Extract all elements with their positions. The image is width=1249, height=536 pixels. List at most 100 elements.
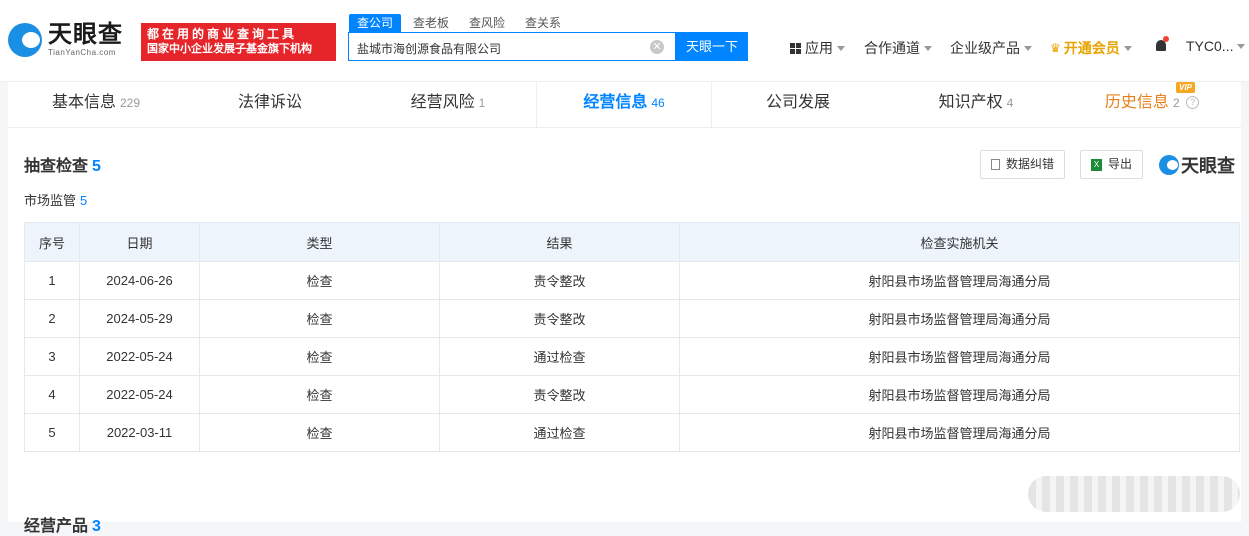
nav-apps[interactable]: 应用 [790, 38, 845, 58]
excel-icon: X [1091, 158, 1102, 171]
section-title: 抽查检查 5 [24, 152, 101, 176]
cell-date: 2022-05-24 [79, 375, 200, 414]
table-row: 1 2024-06-26 检查 责令整改 射阳县市场监督管理局海通分局 [24, 261, 1240, 300]
tab-legal[interactable]: 法律诉讼 [184, 82, 360, 127]
search-tab-relation[interactable]: 查关系 [517, 14, 569, 32]
nav-enterprise[interactable]: 企业级产品 [950, 38, 1032, 58]
user-menu[interactable]: TYC0... [1186, 38, 1246, 54]
search-type-tabs: 查公司 查老板 查风险 查关系 [349, 14, 573, 32]
tab-label: 基本信息 [51, 94, 116, 111]
tab-label: 经营信息 [583, 94, 648, 111]
tab-count: 229 [119, 96, 141, 110]
cell-authority: 射阳县市场监督管理局海通分局 [679, 299, 1240, 338]
col-header-index: 序号 [24, 222, 80, 262]
export-button[interactable]: X 导出 [1080, 150, 1144, 179]
cell-date: 2024-06-26 [79, 261, 200, 300]
cell-result: 通过检查 [439, 413, 680, 452]
sub-section-title: 市场监管 5 [24, 190, 87, 209]
tab-ip[interactable]: 知识产权 4 [888, 82, 1064, 127]
cell-authority: 射阳县市场监督管理局海通分局 [679, 261, 1240, 300]
ad-line-1: 都在用的商业查询工具 [147, 27, 298, 41]
nav-apps-label: 应用 [805, 40, 833, 56]
apps-grid-icon [790, 42, 801, 54]
cell-date: 2024-05-29 [79, 299, 200, 338]
search-tab-risk[interactable]: 查风险 [461, 14, 513, 32]
tab-count: 46 [651, 96, 665, 110]
chevron-down-icon [837, 45, 845, 51]
sub-title-label: 市场监管 [24, 193, 77, 208]
document-icon [991, 159, 1000, 170]
button-label: 导出 [1108, 157, 1133, 171]
tab-count: 1 [478, 96, 486, 110]
main-tabs: 基本信息 229 法律诉讼 经营风险 1 经营信息 46 公司发展 知识产权 4 VIP… [8, 82, 1241, 128]
crown-icon: ♛ [1050, 41, 1061, 55]
ad-banner[interactable]: 都在用的商业查询工具 国家中小企业发展子基金旗下机构 [141, 23, 336, 61]
tab-basic-info[interactable]: 基本信息 229 [8, 82, 184, 127]
cell-authority: 射阳县市场监督管理局海通分局 [679, 337, 1240, 376]
tab-history[interactable]: VIP 历史信息 2 ? [1064, 82, 1240, 127]
cell-authority: 射阳县市场监督管理局海通分局 [679, 413, 1240, 452]
table-row: 4 2022-05-24 检查 责令整改 射阳县市场监督管理局海通分局 [24, 375, 1240, 414]
chevron-down-icon [924, 45, 932, 51]
nav-partner[interactable]: 合作通道 [864, 38, 932, 58]
tab-label: 历史信息 [1104, 94, 1169, 111]
section-title-label: 抽查检查 [24, 158, 89, 175]
clear-icon[interactable]: ✕ [650, 40, 664, 54]
tab-risk[interactable]: 经营风险 1 [360, 82, 536, 127]
cell-type: 检查 [199, 337, 440, 376]
chevron-down-icon [1123, 45, 1132, 51]
brand-logo-icon [1159, 155, 1179, 175]
tab-label: 法律诉讼 [237, 94, 302, 111]
scroll-indicator[interactable] [1028, 476, 1240, 512]
search-input-value: 盐城市海创源食品有限公司 [357, 42, 502, 56]
cell-index: 1 [24, 261, 80, 300]
help-icon[interactable]: ? [1186, 96, 1200, 110]
search-input[interactable]: 盐城市海创源食品有限公司 ✕ [348, 32, 676, 61]
chevron-down-icon [1024, 45, 1032, 51]
tab-label: 知识产权 [938, 94, 1003, 111]
cell-type: 检查 [199, 375, 440, 414]
cell-result: 责令整改 [439, 375, 680, 414]
section-count: 5 [92, 158, 101, 175]
button-label: 数据纠错 [1006, 157, 1055, 171]
table-row: 3 2022-05-24 检查 通过检查 射阳县市场监督管理局海通分局 [24, 337, 1240, 376]
bell-icon[interactable] [1154, 36, 1169, 54]
data-correction-button[interactable]: 数据纠错 [980, 150, 1066, 179]
cell-index: 2 [24, 299, 80, 338]
cell-index: 3 [24, 337, 80, 376]
cell-index: 5 [24, 413, 80, 452]
search-tab-boss[interactable]: 查老板 [405, 14, 457, 32]
user-name: TYC0... [1186, 38, 1234, 54]
col-header-result: 结果 [439, 222, 680, 262]
ad-line-2: 国家中小企业发展子基金旗下机构 [147, 43, 312, 55]
cell-type: 检查 [199, 261, 440, 300]
table-row: 2 2024-05-29 检查 责令整改 射阳县市场监督管理局海通分局 [24, 299, 1240, 338]
brand-text: 天眼查 [1181, 156, 1235, 176]
col-header-date: 日期 [79, 222, 200, 262]
table-header-row: 序号 日期 类型 结果 检查实施机关 [24, 222, 1240, 262]
tab-operations[interactable]: 经营信息 46 [536, 82, 712, 127]
cell-result: 责令整改 [439, 299, 680, 338]
col-header-type: 类型 [199, 222, 440, 262]
tab-count: 4 [1006, 96, 1014, 110]
cell-authority: 射阳县市场监督管理局海通分局 [679, 375, 1240, 414]
cell-type: 检查 [199, 299, 440, 338]
search-button[interactable]: 天眼一下 [676, 32, 748, 61]
cell-type: 检查 [199, 413, 440, 452]
cell-date: 2022-05-24 [79, 337, 200, 376]
tab-development[interactable]: 公司发展 [712, 82, 888, 127]
nav-vip[interactable]: ♛ 开通会员 [1050, 38, 1132, 58]
logo-domain: TianYanCha.com [48, 48, 116, 57]
sub-title-count: 5 [80, 193, 88, 208]
inspection-table: 序号 日期 类型 结果 检查实施机关 1 2024-06-26 检查 责令整改 … [24, 222, 1240, 452]
cell-index: 4 [24, 375, 80, 414]
cell-date: 2022-03-11 [79, 413, 200, 452]
logo-icon [8, 23, 42, 57]
nav-enterprise-label: 企业级产品 [950, 40, 1020, 56]
next-section-label: 经营产品 [24, 518, 89, 535]
logo-text: 天眼查 [48, 21, 123, 48]
search-tab-company[interactable]: 查公司 [349, 14, 402, 32]
tab-label: 公司发展 [765, 94, 830, 111]
col-header-authority: 检查实施机关 [679, 222, 1240, 262]
logo[interactable]: 天眼查 TianYanCha.com [8, 22, 123, 58]
